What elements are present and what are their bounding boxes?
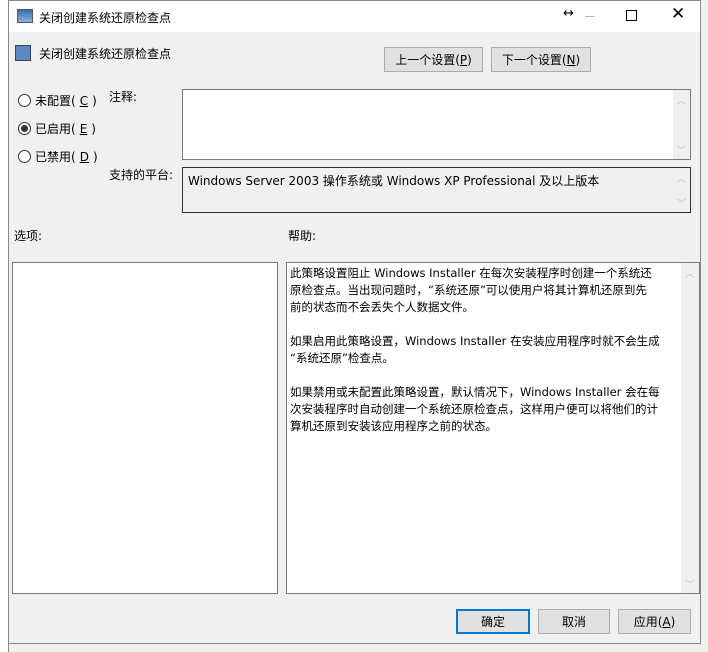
setting-title: 关闭创建系统还原检查点 [39,47,172,61]
help-text: 此策略设置阻止 Windows Installer 在每次安装程序时创建一个系统… [290,265,696,435]
comment-label: 注释: [109,90,138,104]
help-line: 前的状态而不会丢失个人数据文件。 [290,300,474,314]
close-button[interactable]: ✕ [671,4,685,24]
title-bar: 关闭创建系统还原检查点 ↔ ✕ [9,1,700,32]
policy-app-icon [17,9,33,23]
scroll-down-icon[interactable]: ﹀ [677,195,687,210]
platform-label: 支持的平台: [109,168,174,182]
help-line: 原检查点。当出现问题时，“系统还原”可以使用户将其计算机还原到先 [290,283,647,297]
radio-disabled[interactable]: 已禁用(D) [18,148,98,165]
next-label: 下一个设置( [501,53,567,67]
comment-scrollbar[interactable]: ︿ ﹀ [673,90,690,159]
radio-key: E [79,121,88,136]
resize-cursor-icon: ↔ [563,6,574,21]
minimize-button[interactable] [585,16,595,17]
help-line [290,316,696,333]
radio-enabled[interactable]: 已启用(E) [18,120,96,137]
apply-label: 应用( [633,615,663,629]
radio-label: 未配置( [35,94,76,108]
maximize-button[interactable] [626,10,637,21]
radio-circle [18,94,31,107]
help-line: “系统还原”检查点。 [290,351,394,365]
help-line: 如果禁用或未配置此策略设置，默认情况下，Windows Installer 会在… [290,385,660,399]
platform-scrollbar[interactable]: ︿ ﹀ [673,168,690,212]
help-line [290,367,696,384]
prev-label: 上一个设置( [395,53,460,67]
help-line: 如果启用此策略设置，Windows Installer 在安装应用程序时就不会生… [290,334,660,348]
next-key: N [566,52,576,67]
next-setting-button[interactable]: 下一个设置(N) [491,47,591,72]
scroll-up-icon[interactable]: ︿ [685,265,695,280]
platform-field: Windows Server 2003 操作系统或 Windows XP Pro… [182,167,691,213]
scroll-up-icon[interactable]: ︿ [677,170,687,185]
scroll-down-icon[interactable]: ﹀ [677,142,687,157]
apply-button[interactable]: 应用(A) [618,609,691,634]
apply-key: A [662,614,671,629]
help-line: 此策略设置阻止 Windows Installer 在每次安装程序时创建一个系统… [290,266,652,280]
window-title: 关闭创建系统还原检查点 [39,11,172,25]
help-scrollbar[interactable]: ︿ ﹀ [681,263,699,593]
ok-button[interactable]: 确定 [456,609,530,634]
platform-value: Windows Server 2003 操作系统或 Windows XP Pro… [188,174,600,188]
radio-not-configured[interactable]: 未配置(C) [18,92,97,109]
radio-key: C [79,93,89,108]
radio-key: D [79,149,89,164]
radio-circle [18,150,31,163]
help-panel: 此策略设置阻止 Windows Installer 在每次安装程序时创建一个系统… [286,262,700,594]
comment-textarea[interactable]: ︿ ﹀ [182,89,691,160]
options-panel [12,262,278,594]
prev-key: P [459,52,468,67]
scroll-up-icon[interactable]: ︿ [677,92,687,107]
policy-dialog: 关闭创建系统还原检查点 ↔ ✕ 关闭创建系统还原检查点 上一个设置(P) 下一个… [8,0,701,644]
radio-circle-checked [18,122,31,135]
scroll-down-icon[interactable]: ﹀ [685,576,695,591]
options-label: 选项: [14,229,43,243]
help-line: 次安装程序时自动创建一个系统还原检查点，这样用户便可以将他们的计 [290,402,658,416]
previous-setting-button[interactable]: 上一个设置(P) [384,47,483,72]
setting-icon [15,45,31,61]
help-line: 算机还原到安装该应用程序之前的状态。 [290,419,497,433]
cancel-button[interactable]: 取消 [538,609,610,634]
radio-label: 已启用( [35,122,76,136]
radio-label: 已禁用( [35,150,76,164]
help-label: 帮助: [288,229,317,243]
